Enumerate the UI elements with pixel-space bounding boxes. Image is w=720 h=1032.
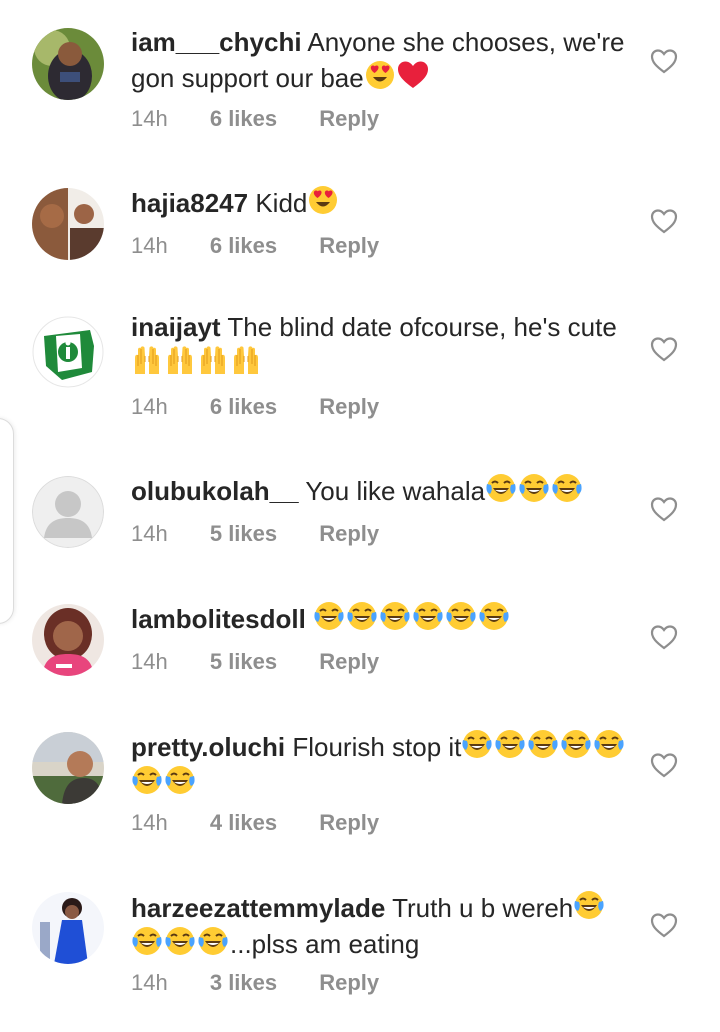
comment-body-after: ...plss am eating	[230, 929, 420, 959]
likes-count[interactable]: 6 likes	[210, 394, 277, 420]
comment-meta: 14h 6 likes Reply	[131, 106, 415, 132]
laugh-emoji	[446, 602, 476, 630]
laugh-emoji	[347, 602, 377, 630]
comment-text: olubukolah__ You like wahala	[131, 472, 631, 508]
comment-text: inaijayt The blind date ofcourse, he's c…	[131, 311, 631, 380]
laugh-emoji	[462, 730, 492, 758]
timestamp: 14h	[131, 810, 168, 835]
laugh-emoji	[495, 730, 525, 758]
comment-body: The blind date ofcourse, he's cute	[227, 312, 617, 342]
timestamp: 14h	[131, 970, 168, 995]
heart-outline-icon[interactable]	[650, 208, 678, 234]
love-eyes-emoji	[309, 186, 338, 214]
laugh-emoji	[132, 927, 162, 955]
raised-hands-emoji	[168, 346, 192, 374]
comment-meta: 14h 3 likes Reply	[131, 970, 415, 996]
laugh-emoji	[561, 730, 591, 758]
comment-text: harzeezattemmylade Truth u b wereh ...pls…	[131, 889, 631, 961]
laugh-emoji	[380, 602, 410, 630]
comment-body: You like wahala	[305, 476, 486, 506]
timestamp: 14h	[131, 106, 168, 131]
likes-count[interactable]: 6 likes	[210, 106, 277, 132]
raised-hands-emoji	[234, 346, 258, 374]
username[interactable]: harzeezattemmylade	[131, 893, 385, 923]
comment-meta: 14h 6 likes Reply	[131, 394, 415, 420]
avatar[interactable]	[32, 476, 104, 548]
comment-text: pretty.oluchi Flourish stop it	[131, 728, 631, 800]
reply-button[interactable]: Reply	[319, 810, 379, 836]
love-eyes-emoji	[365, 61, 394, 89]
side-panel-handle[interactable]	[0, 418, 14, 624]
reply-button[interactable]: Reply	[319, 521, 379, 547]
comment-text: hajia8247 Kidd	[131, 184, 631, 220]
timestamp: 14h	[131, 233, 168, 258]
heart-outline-icon[interactable]	[650, 624, 678, 650]
likes-count[interactable]: 6 likes	[210, 233, 277, 259]
comment-body: Kidd	[255, 188, 308, 218]
laugh-emoji	[594, 730, 624, 758]
likes-count[interactable]: 3 likes	[210, 970, 277, 996]
comment-meta: 14h 6 likes Reply	[131, 233, 415, 259]
laugh-emoji	[198, 927, 228, 955]
reply-button[interactable]: Reply	[319, 233, 379, 259]
emoji-group	[364, 61, 430, 93]
laugh-emoji	[528, 730, 558, 758]
timestamp: 14h	[131, 649, 168, 674]
username[interactable]: olubukolah__	[131, 476, 299, 506]
timestamp: 14h	[131, 394, 168, 419]
raised-hands-emoji	[135, 346, 159, 374]
laugh-emoji	[479, 602, 509, 630]
laugh-emoji	[486, 474, 516, 502]
laugh-emoji	[314, 602, 344, 630]
reply-button[interactable]: Reply	[319, 394, 379, 420]
username[interactable]: lambolitesdoll	[131, 604, 306, 634]
heart-outline-icon[interactable]	[650, 496, 678, 522]
heart-outline-icon[interactable]	[650, 752, 678, 778]
laugh-emoji	[574, 891, 604, 919]
emoji-group	[485, 474, 584, 506]
raised-hands-emoji	[201, 346, 225, 374]
avatar[interactable]	[32, 892, 104, 964]
heart-outline-icon[interactable]	[650, 48, 678, 74]
comment-meta: 14h 5 likes Reply	[131, 521, 415, 547]
timestamp: 14h	[131, 521, 168, 546]
comment-text: lambolitesdoll	[131, 600, 631, 636]
reply-button[interactable]: Reply	[319, 970, 379, 996]
laugh-emoji	[413, 602, 443, 630]
laugh-emoji	[165, 927, 195, 955]
laugh-emoji	[552, 474, 582, 502]
red-heart-emoji	[397, 61, 428, 88]
emoji-group	[131, 346, 263, 378]
laugh-emoji	[165, 766, 195, 794]
avatar[interactable]	[32, 732, 104, 804]
username[interactable]: hajia8247	[131, 188, 248, 218]
emoji-group	[307, 186, 340, 218]
username[interactable]: iam___chychi	[131, 27, 302, 57]
heart-outline-icon[interactable]	[650, 336, 678, 362]
emoji-group	[313, 602, 511, 634]
laugh-emoji	[132, 766, 162, 794]
username[interactable]: inaijayt	[131, 312, 221, 342]
reply-button[interactable]: Reply	[319, 106, 379, 132]
likes-count[interactable]: 5 likes	[210, 649, 277, 675]
laugh-emoji	[519, 474, 549, 502]
avatar[interactable]	[32, 28, 104, 100]
comment-body: Truth u b wereh	[392, 893, 574, 923]
avatar[interactable]	[32, 316, 104, 388]
avatar[interactable]	[32, 188, 104, 260]
reply-button[interactable]: Reply	[319, 649, 379, 675]
comment-body: Flourish stop it	[292, 732, 462, 762]
avatar[interactable]	[32, 604, 104, 676]
comment-meta: 14h 4 likes Reply	[131, 810, 415, 836]
heart-outline-icon[interactable]	[650, 912, 678, 938]
likes-count[interactable]: 4 likes	[210, 810, 277, 836]
comment-meta: 14h 5 likes Reply	[131, 649, 415, 675]
username[interactable]: pretty.oluchi	[131, 732, 285, 762]
likes-count[interactable]: 5 likes	[210, 521, 277, 547]
comment-text: iam___chychi Anyone she chooses, we're g…	[131, 26, 631, 95]
